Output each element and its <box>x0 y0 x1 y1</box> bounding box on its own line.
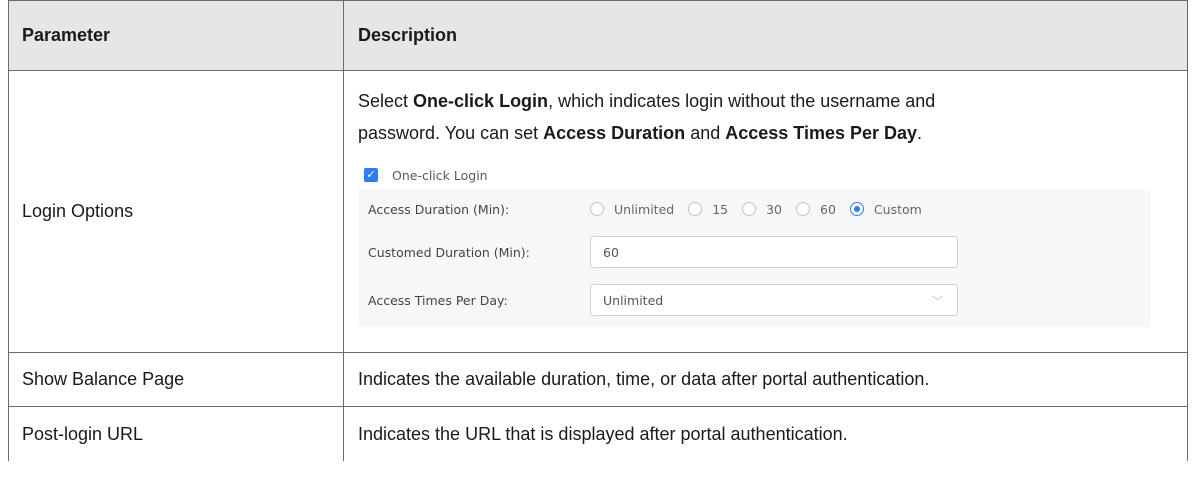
param-cell: Post-login URL <box>9 407 344 461</box>
radio-circle-icon <box>796 202 811 216</box>
radio-circle-icon <box>742 202 757 216</box>
custom-duration-input[interactable]: 60 <box>590 236 958 268</box>
description-line-1: Select One-click Login, which indicates … <box>358 85 1187 117</box>
radio-selected-icon <box>849 202 864 216</box>
access-times-label: Access Times Per Day: <box>368 292 508 308</box>
text: . <box>917 123 923 143</box>
one-click-login-row[interactable]: ✓ One-click Login <box>364 163 1154 187</box>
text: , which indicates login without the user… <box>548 91 936 111</box>
radio-label: 15 <box>712 201 729 217</box>
settings-box: Access Duration (Min): Unlimited 15 30 6… <box>358 189 1150 327</box>
header-description: Description <box>358 25 458 45</box>
chevron-down-icon: ﹀ <box>932 295 943 308</box>
param-cell: Login Options <box>9 71 344 352</box>
param-cell: Show Balance Page <box>9 353 344 406</box>
access-times-row: Access Times Per Day: Unlimited ﹀ <box>368 284 958 316</box>
table-row: Show Balance Page Indicates the availabl… <box>8 353 1188 407</box>
radio-15[interactable]: 15 <box>688 202 728 217</box>
bold-text: Access Duration <box>543 123 686 143</box>
checkbox-checked-icon[interactable]: ✓ <box>364 168 378 182</box>
custom-duration-row: Customed Duration (Min): 60 <box>368 236 958 268</box>
radio-circle-icon <box>688 202 703 216</box>
checkbox-label: One-click Login <box>392 167 488 183</box>
text: and <box>685 123 726 143</box>
radio-circle-icon <box>590 202 604 216</box>
radio-custom[interactable]: Custom <box>849 201 922 217</box>
radio-unlimited[interactable]: Unlimited <box>590 202 674 217</box>
access-times-select[interactable]: Unlimited ﹀ <box>590 284 958 316</box>
input-value: 60 <box>603 244 619 260</box>
bold-text: One-click Login <box>413 91 549 111</box>
description-line-2: password. You can set Access Duration an… <box>358 117 1187 149</box>
description-cell: Select One-click Login, which indicates … <box>344 71 1187 352</box>
login-options-panel: ✓ One-click Login Access Duration (Min):… <box>358 163 1154 327</box>
select-value: Unlimited <box>603 292 664 308</box>
parameter-table: Parameter Description Login Options Sele… <box>8 0 1188 461</box>
description-cell: Indicates the available duration, time, … <box>358 369 930 389</box>
description-cell: Indicates the URL that is displayed afte… <box>358 423 848 444</box>
radio-label: Unlimited <box>614 201 675 217</box>
table-row: Login Options Select One-click Login, wh… <box>8 71 1188 353</box>
radio-label: Custom <box>873 201 922 217</box>
bold-text: Access Times Per Day <box>725 123 918 143</box>
access-duration-row: Access Duration (Min): Unlimited 15 30 6… <box>368 194 936 224</box>
radio-30[interactable]: 30 <box>742 202 782 217</box>
custom-duration-label: Customed Duration (Min): <box>368 244 530 260</box>
radio-label: 60 <box>820 201 836 217</box>
table-header-row: Parameter Description <box>8 0 1188 71</box>
table-row: Post-login URL Indicates the URL that is… <box>8 407 1188 461</box>
header-parameter: Parameter <box>9 1 344 70</box>
access-duration-label: Access Duration (Min): <box>368 201 510 217</box>
text: Select <box>358 91 414 111</box>
radio-60[interactable]: 60 <box>796 202 836 217</box>
text: password. You can set <box>358 123 544 143</box>
radio-label: 30 <box>766 201 783 217</box>
